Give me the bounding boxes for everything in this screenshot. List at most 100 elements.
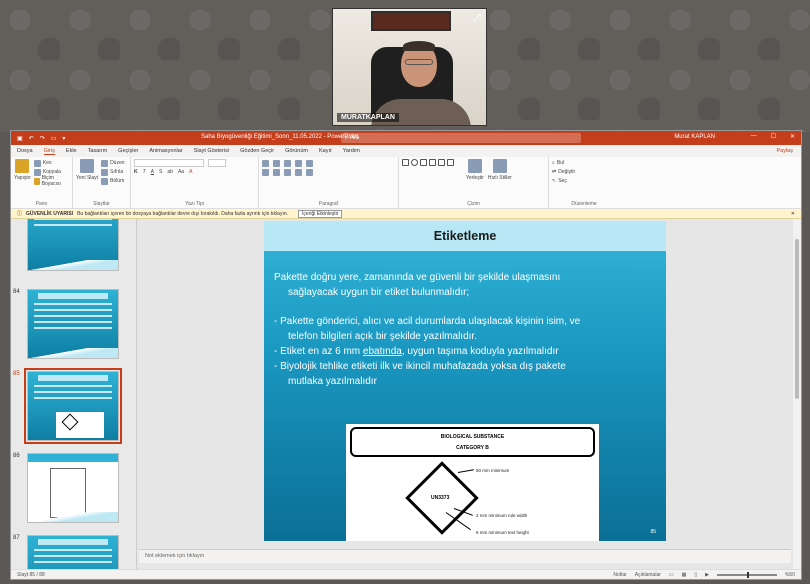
paragraph-group: Paragraf [259, 157, 399, 208]
quick-styles-button[interactable]: Hızlı Stiller [488, 159, 512, 181]
document-title: Saha Biyogüvenliği Eğitimi_Sonn_11.05.20… [201, 134, 358, 140]
change-case-button[interactable]: Aa [178, 169, 184, 175]
group-label-editing: Düzenleme [571, 201, 597, 207]
present-icon[interactable]: ▭ [51, 135, 57, 142]
slide-thumbnail-selected[interactable] [24, 368, 122, 444]
slide-body[interactable]: Pakette doğru yere, zamanında ve güvenli… [264, 251, 666, 388]
redo-icon[interactable]: ↷ [40, 135, 45, 142]
char-spacing-button[interactable]: ab [167, 169, 173, 175]
tab-kayit[interactable]: Kayıt [319, 148, 332, 154]
reset-button[interactable]: Sıfırla [101, 168, 124, 176]
slide-thumbnail[interactable] [27, 289, 119, 359]
customize-icon[interactable]: ▾ [62, 135, 65, 142]
annotation-rule-width: 2 mm minimum rule width [476, 513, 528, 518]
slide-thumbnails-pane[interactable]: 84 85 86 87 [11, 219, 137, 569]
expand-icon[interactable]: ⤢ [473, 13, 481, 24]
shapes-gallery[interactable] [402, 159, 462, 181]
format-painter-button[interactable]: Biçim Boyacısı [33, 175, 69, 187]
slide-counter: Slayt 85 / 88 [17, 571, 45, 578]
font-name-box[interactable] [134, 159, 204, 167]
save-icon[interactable]: ▣ [17, 135, 23, 142]
replace-button[interactable]: ⇄ Değiştir [552, 168, 616, 176]
search-box[interactable]: ⌕ Ara [341, 133, 581, 143]
arrange-button[interactable]: Yerleştir [466, 159, 484, 181]
notes-button[interactable]: Notlar [613, 572, 626, 578]
ribbon: Yapıştır Kes Kopyala Biçim Boyacısı Pano… [11, 157, 801, 209]
tab-giris[interactable]: Giriş [43, 148, 55, 155]
maximize-button[interactable]: ☐ [771, 133, 776, 140]
align-left-icon[interactable] [262, 168, 269, 176]
slide-thumbnail[interactable] [27, 453, 119, 523]
security-warning-bar: ⓘ GÜVENLİK UYARISI Bu bağlantıları içere… [11, 209, 801, 219]
quick-styles-icon [492, 159, 507, 173]
enable-content-button[interactable]: İçeriği Etkinleştir [298, 209, 343, 218]
underline-button[interactable]: A [151, 169, 154, 175]
slideshow-view-icon[interactable]: ▶ [705, 572, 709, 578]
tab-slayt-gosterisi[interactable]: Slayt Gösterisi [194, 148, 229, 154]
normal-view-icon[interactable]: ▭ [669, 572, 674, 578]
group-label-clipboard: Pano [35, 201, 48, 207]
tab-yardim[interactable]: Yardım [343, 148, 360, 154]
minimize-button[interactable]: — [751, 133, 757, 140]
tab-gorunum[interactable]: Görünüm [285, 148, 308, 154]
align-right-icon[interactable] [284, 168, 291, 176]
section-button[interactable]: Bölüm [101, 177, 124, 185]
sorter-view-icon[interactable]: ▦ [682, 572, 687, 578]
star-shape-icon[interactable] [447, 159, 454, 166]
increase-indent-icon[interactable] [295, 159, 302, 167]
slide-number: 84 [13, 289, 20, 295]
vertical-scrollbar[interactable] [793, 219, 801, 569]
user-name[interactable]: Murat KAPLAN [674, 134, 715, 140]
group-label-paragraph: Paragraf [318, 201, 339, 207]
justify-icon[interactable] [295, 168, 302, 176]
zoom-level[interactable]: %50 [785, 572, 795, 578]
find-button[interactable]: ⌕ Bul [552, 159, 616, 167]
bullets-icon[interactable] [262, 159, 269, 167]
replace-icon: ⇄ [552, 169, 557, 175]
align-center-icon[interactable] [273, 168, 280, 176]
italic-button[interactable]: T [143, 169, 146, 175]
font-color-button[interactable]: A [189, 169, 192, 175]
triangle-shape-icon[interactable] [438, 159, 445, 166]
line-spacing-icon[interactable] [306, 159, 313, 167]
font-size-box[interactable] [208, 159, 226, 167]
slide-title[interactable]: Etiketleme [264, 221, 666, 251]
comments-button[interactable]: Açıklamalar [635, 572, 661, 578]
layout-button[interactable]: Düzen [101, 159, 125, 167]
rectangle-shape-icon[interactable] [402, 159, 409, 166]
columns-icon[interactable] [306, 168, 313, 176]
clipboard-group: Yapıştır Kes Kopyala Biçim Boyacısı Pano [11, 157, 73, 208]
select-button[interactable]: ↖ Seç [552, 177, 616, 185]
bullet-text: sağlayacak uygun bir etiket bulunmalıdır… [288, 287, 470, 298]
numbering-icon[interactable] [273, 159, 280, 167]
paste-button[interactable]: Yapıştır [14, 159, 31, 186]
arrow-shape-icon[interactable] [429, 159, 436, 166]
bold-button[interactable]: K [134, 169, 138, 175]
tab-animasyonlar[interactable]: Animasyonlar [149, 148, 182, 154]
webcam-video-tile[interactable]: ⤢ MURATKAPLAN [332, 8, 487, 126]
reading-view-icon[interactable]: ▯ [694, 572, 697, 578]
close-button[interactable]: ✕ [790, 133, 795, 140]
cut-button[interactable]: Kes [33, 159, 69, 167]
tab-gecisler[interactable]: Geçişler [118, 148, 138, 154]
annotation-pointer [457, 469, 474, 473]
slide-thumbnail[interactable] [27, 535, 119, 569]
notes-pane[interactable]: Not eklemek için tıklayın [139, 549, 791, 563]
tab-gozden-gecir[interactable]: Gözden Geçir [240, 148, 274, 154]
warning-text[interactable]: Bu bağlantıları içeren bir dosyaya bağla… [77, 211, 288, 217]
biological-substance-label-image[interactable]: BIOLOGICAL SUBSTANCE CATEGORY B UN3373 5… [346, 424, 599, 541]
decrease-indent-icon[interactable] [284, 159, 291, 167]
new-slide-button[interactable]: Yeni Slayt [76, 159, 98, 186]
tab-tasarim[interactable]: Tasarım [88, 148, 108, 154]
share-button[interactable]: Paylaş [776, 148, 793, 154]
current-slide[interactable]: Etiketleme Pakette doğru yere, zamanında… [264, 221, 666, 541]
slide-thumbnail[interactable] [27, 219, 119, 271]
strikethrough-button[interactable]: S [159, 169, 162, 175]
oval-shape-icon[interactable] [411, 159, 418, 166]
undo-icon[interactable]: ↶ [29, 135, 34, 142]
line-shape-icon[interactable] [420, 159, 427, 166]
zoom-slider[interactable] [716, 571, 777, 578]
tab-dosya[interactable]: Dosya [17, 148, 33, 154]
close-warning-icon[interactable]: ✕ [791, 211, 795, 217]
tab-ekle[interactable]: Ekle [66, 148, 77, 154]
